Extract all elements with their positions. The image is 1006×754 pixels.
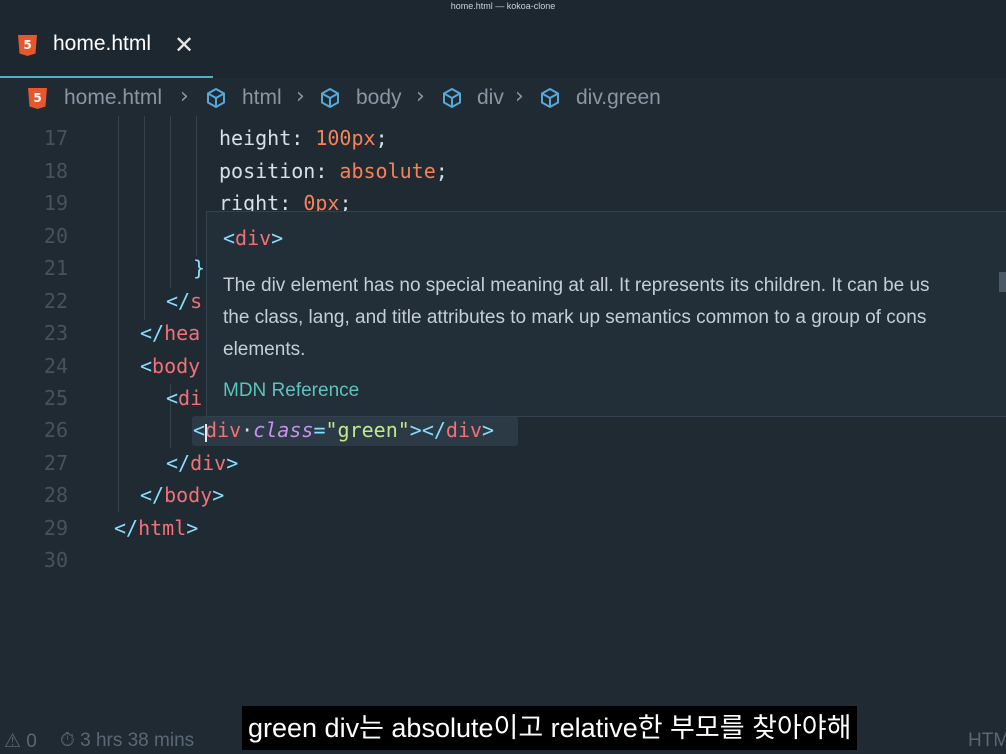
line-number: 26	[43, 418, 68, 442]
line-number: 30	[43, 548, 68, 572]
line-number: 24	[43, 354, 68, 378]
breadcrumb-html[interactable]: html	[242, 86, 282, 110]
hover-tooltip: <div> The div element has no special mea…	[206, 211, 1006, 417]
chevron-right-icon: ›	[515, 84, 524, 109]
text-cursor	[205, 424, 207, 442]
cube-icon	[443, 87, 461, 109]
video-subtitle: green div는 absolute이고 relative한 부모를 찾아야해	[242, 706, 858, 750]
html5-icon: 5	[18, 35, 37, 56]
code-editor[interactable]: 17 18 19 20 21 22 23 24 25 26 27 28 29 3…	[0, 116, 1006, 700]
code-line-17: height: 100px;	[219, 126, 388, 150]
indent-guide	[144, 116, 145, 320]
tab-home-html[interactable]: 5 home.html ✕	[0, 14, 213, 78]
time-tracker[interactable]: ⏱ 3 hrs 38 mins	[60, 730, 194, 752]
line-number: 23	[43, 321, 68, 345]
problems-count[interactable]: ⚠ 0	[4, 730, 37, 753]
line-number: 20	[43, 224, 68, 248]
line-number: 22	[43, 289, 68, 313]
hover-scrollbar[interactable]	[999, 272, 1006, 292]
code-line-28: </body>	[140, 483, 225, 507]
chevron-right-icon: ›	[180, 84, 189, 109]
hover-signature: <div>	[223, 226, 284, 250]
cube-icon	[207, 87, 225, 109]
breadcrumb: 5 home.html › html › body › div › div.gr…	[0, 80, 1006, 116]
code-line-29: </html>	[114, 516, 199, 540]
breadcrumb-file[interactable]: home.html	[64, 86, 162, 110]
tab-label: home.html	[53, 32, 152, 55]
code-line-24: <body	[140, 354, 201, 378]
line-number: 28	[43, 483, 68, 507]
breadcrumb-div[interactable]: div	[477, 86, 504, 110]
breadcrumb-body[interactable]: body	[356, 86, 402, 110]
mdn-reference-link[interactable]: MDN Reference	[223, 380, 359, 402]
close-icon[interactable]: ✕	[174, 31, 194, 59]
line-number: 29	[43, 516, 68, 540]
line-number: 25	[43, 386, 68, 410]
tab-bar: 5 home.html ✕	[0, 14, 1006, 78]
chevron-right-icon: ›	[416, 84, 425, 109]
code-line-25: <di	[166, 386, 203, 410]
hover-description: The div element has no special meaning a…	[223, 275, 930, 360]
window-title: home.html — kokoa-clone	[0, 0, 1006, 14]
html5-icon: 5	[28, 88, 47, 109]
code-line-26: <div·class="green"></div>	[193, 418, 495, 442]
breadcrumb-div-green[interactable]: div.green	[576, 86, 661, 110]
code-line-23: </hea	[140, 321, 201, 345]
code-line-27: </div>	[166, 451, 239, 475]
code-line-22: </s	[166, 289, 203, 313]
line-number: 27	[43, 451, 68, 475]
code-line-21: }	[193, 256, 206, 280]
indent-guide	[196, 116, 197, 256]
cube-icon	[321, 87, 339, 109]
line-number: 18	[43, 159, 68, 183]
indent-guide	[118, 116, 119, 512]
indent-guide	[170, 116, 171, 288]
line-number: 17	[43, 126, 68, 150]
line-number: 21	[43, 256, 68, 280]
language-mode[interactable]: HTM	[968, 730, 1006, 752]
chevron-right-icon: ›	[296, 84, 305, 109]
line-number: 19	[43, 191, 68, 215]
cube-icon	[541, 87, 559, 109]
code-line-18: position: absolute;	[219, 159, 448, 183]
